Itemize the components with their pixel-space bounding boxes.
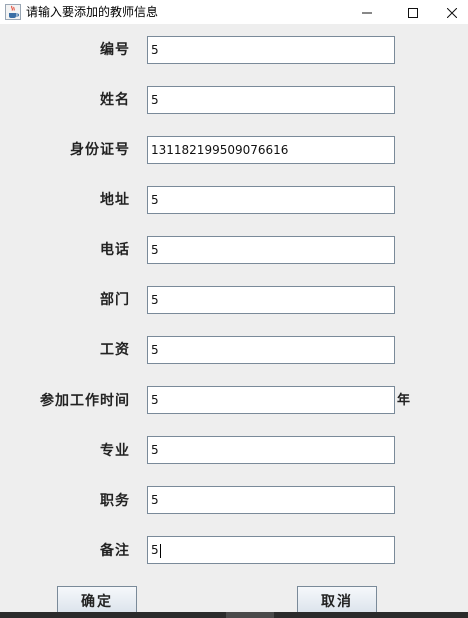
year-suffix: 年	[397, 393, 411, 408]
text-caret	[159, 543, 161, 558]
window-title: 请输入要添加的教师信息	[26, 5, 159, 19]
label-address: 地址	[100, 192, 130, 208]
minimize-button[interactable]	[344, 0, 390, 24]
label-phone: 电话	[100, 242, 130, 258]
position-field[interactable]: 5	[147, 486, 395, 514]
id-field[interactable]: 5	[147, 36, 395, 64]
maximize-icon	[408, 3, 418, 22]
maximize-button[interactable]	[390, 0, 436, 24]
label-salary: 工资	[100, 342, 130, 358]
label-position: 职务	[100, 493, 130, 509]
salary-field[interactable]: 5	[147, 336, 395, 364]
minimize-icon	[362, 3, 372, 22]
work-start-field[interactable]: 5	[147, 386, 395, 414]
label-remarks: 备注	[100, 543, 130, 559]
major-field[interactable]: 5	[147, 436, 395, 464]
label-name: 姓名	[100, 92, 130, 108]
name-field[interactable]: 5	[147, 86, 395, 114]
label-work-start: 参加工作时间	[40, 393, 130, 409]
java-cup-icon	[5, 4, 21, 20]
close-icon	[446, 3, 458, 22]
remarks-field[interactable]: 5	[147, 536, 395, 564]
phone-field[interactable]: 5	[147, 236, 395, 264]
title-bar: 请输入要添加的教师信息	[0, 0, 468, 24]
label-id: 编号	[100, 42, 130, 58]
department-field[interactable]: 5	[147, 286, 395, 314]
close-button[interactable]	[436, 0, 468, 24]
label-department: 部门	[100, 292, 130, 308]
taskbar-item[interactable]	[226, 612, 274, 618]
address-field[interactable]: 5	[147, 186, 395, 214]
id-card-field[interactable]: 131182199509076616	[147, 136, 395, 164]
remarks-value: 5	[151, 543, 159, 557]
label-id-card: 身份证号	[70, 142, 130, 158]
label-major: 专业	[100, 443, 130, 459]
